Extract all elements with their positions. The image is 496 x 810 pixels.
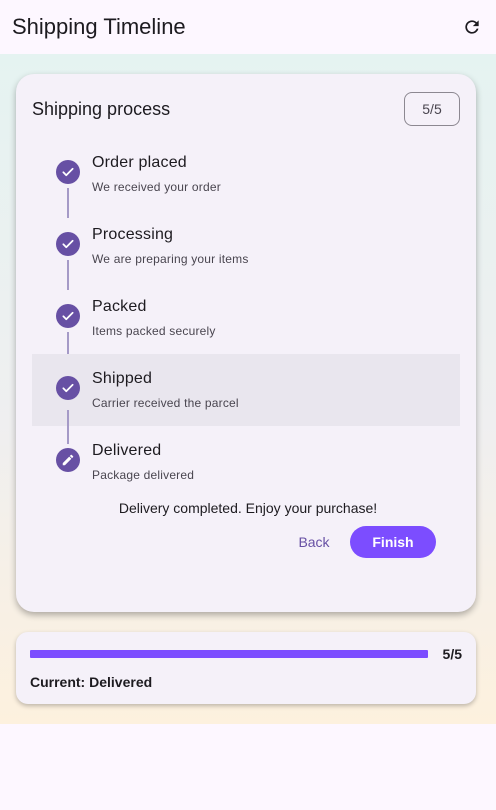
step-subtitle: Items packed securely	[92, 324, 216, 338]
check-icon	[56, 304, 80, 328]
progress-bar	[30, 650, 428, 658]
completion-message: Delivery completed. Enjoy your purchase!	[118, 500, 378, 516]
step-subtitle: Carrier received the parcel	[92, 396, 239, 410]
step-packed[interactable]: Packed Items packed securely	[32, 290, 460, 362]
check-icon	[56, 376, 80, 400]
step-subtitle: Package delivered	[92, 468, 195, 482]
progress-bar-fill	[30, 650, 428, 658]
step-title: Delivered	[92, 442, 162, 459]
status-card: 5/5 Current: Delivered	[16, 632, 476, 704]
step-counter-chip: 5/5	[404, 92, 460, 126]
current-step-label: Current: Delivered	[30, 674, 152, 690]
current-prefix: Current:	[30, 674, 90, 690]
step-subtitle: We received your order	[92, 180, 221, 194]
check-icon	[56, 160, 80, 184]
back-button[interactable]: Back	[290, 526, 338, 558]
check-icon	[56, 232, 80, 256]
step-order-placed[interactable]: Order placed We received your order	[32, 146, 460, 218]
app-title: Shipping Timeline	[12, 14, 186, 39]
step-title: Order placed	[92, 154, 187, 171]
pencil-icon	[56, 448, 80, 472]
step-title: Packed	[92, 298, 147, 315]
step-delivered[interactable]: Delivered Package delivered	[32, 434, 460, 506]
current-value: Delivered	[89, 674, 153, 690]
card-title: Shipping process	[32, 99, 171, 119]
step-processing[interactable]: Processing We are preparing your items	[32, 218, 460, 290]
finish-button[interactable]: Finish	[350, 526, 436, 558]
step-subtitle: We are preparing your items	[92, 252, 249, 266]
step-connector	[67, 260, 69, 290]
step-shipped[interactable]: Shipped Carrier received the parcel	[32, 354, 460, 444]
step-connector	[67, 188, 69, 218]
app-bar: Shipping Timeline	[0, 0, 496, 54]
step-title: Shipped	[92, 370, 153, 387]
step-title: Processing	[92, 226, 174, 243]
refresh-icon[interactable]	[460, 15, 484, 39]
progress-label: 5/5	[442, 646, 462, 662]
